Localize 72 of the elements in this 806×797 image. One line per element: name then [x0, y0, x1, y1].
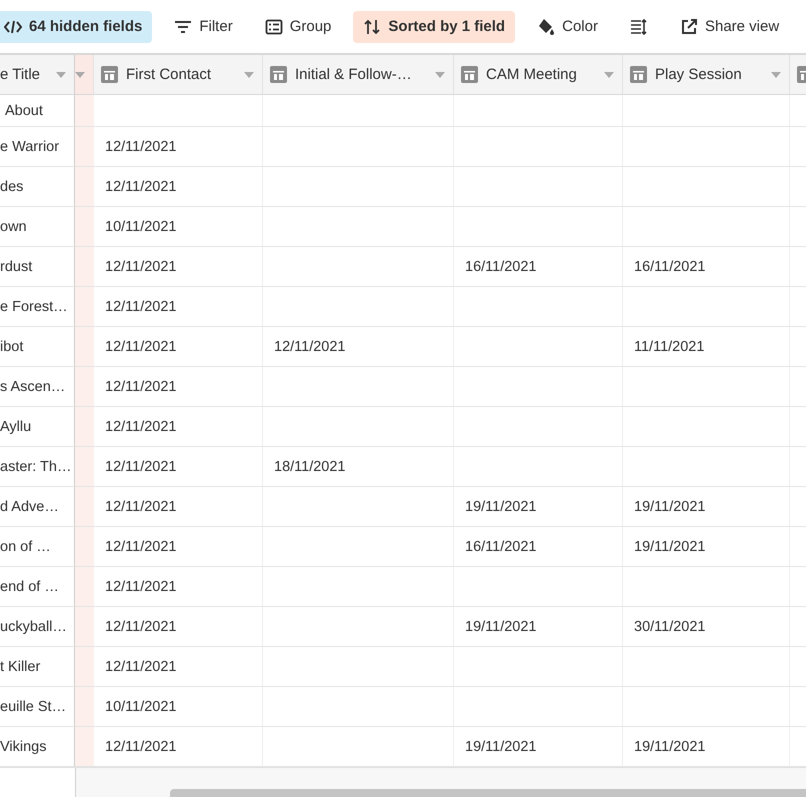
calendar-icon — [461, 66, 478, 83]
table-cell: 12/11/2021 — [263, 327, 454, 367]
caret-icon — [604, 72, 614, 78]
caret-icon — [771, 72, 781, 78]
share-button[interactable]: Share view — [670, 10, 790, 42]
paint-bucket-icon — [537, 18, 556, 36]
table-cell: 12/11/2021 — [94, 487, 263, 527]
filter-button[interactable]: Filter — [164, 10, 243, 42]
title-cell: end of … — [0, 567, 75, 607]
caret-icon — [244, 72, 254, 78]
table-cell: 12/11/2021 — [94, 647, 263, 687]
title-cell: own — [0, 207, 75, 247]
title-cell: e Warrior — [0, 127, 75, 167]
table-cell: 12/11/2021 — [94, 367, 263, 407]
scrollbar-thumb[interactable] — [170, 789, 806, 797]
table-cell: 12/11/2021 — [94, 287, 263, 327]
table-cell: 19/11/2021 — [623, 487, 790, 527]
table-cell: 19/11/2021 — [454, 727, 623, 767]
column-header[interactable]: e Title — [0, 55, 75, 95]
title-cell: euille St… — [0, 687, 75, 727]
caret-icon — [435, 72, 445, 78]
title-cell: aster: Th… — [0, 447, 75, 487]
column-header[interactable]: Play Session — [623, 55, 790, 95]
hidden-button[interactable]: 64 hidden fields — [0, 10, 152, 42]
table-cell: 19/11/2021 — [454, 487, 623, 527]
column-header[interactable]: Initial & Follow-… — [263, 55, 454, 95]
title-cell: d Adve… — [0, 487, 75, 527]
table-cell: 12/11/2021 — [94, 407, 263, 447]
title-cell: Ayllu — [0, 407, 75, 447]
sort-icon — [363, 18, 382, 36]
table-cell: 18/11/2021 — [263, 447, 454, 487]
table-cell: 12/11/2021 — [94, 607, 263, 647]
external-link-icon — [680, 18, 698, 36]
table-cell: 11/11/2021 — [623, 327, 790, 367]
title-cell: s Ascen… — [0, 367, 75, 407]
table-cell: 16/11/2021 — [454, 247, 623, 287]
calendar-icon — [270, 66, 287, 83]
table-cell: 12/11/2021 — [94, 327, 263, 367]
table-cell: 12/11/2021 — [94, 727, 263, 767]
calendar-icon — [630, 66, 647, 83]
title-cell: rdust — [0, 247, 75, 287]
table-cell: 16/11/2021 — [454, 527, 623, 567]
color-button[interactable]: Color — [527, 10, 608, 42]
table-cell: 12/11/2021 — [94, 447, 263, 487]
table-cell: 10/11/2021 — [94, 687, 263, 727]
title-cell: ibot — [0, 327, 75, 367]
table-cell: 12/11/2021 — [94, 127, 263, 167]
column-header[interactable]: First Contact — [94, 55, 263, 95]
table-cell: 19/11/2021 — [623, 527, 790, 567]
sort-button[interactable]: Sorted by 1 field — [353, 10, 516, 42]
table-cell: 12/11/2021 — [94, 567, 263, 607]
table-cell: 19/11/2021 — [454, 607, 623, 647]
list-icon — [264, 18, 283, 36]
column-header[interactable]: CAM Meeting — [454, 55, 623, 95]
group-button[interactable]: Group — [254, 10, 342, 42]
table-cell: 12/11/2021 — [94, 247, 263, 287]
title-cell: Vikings — [0, 727, 75, 767]
title-cell: e Forest… — [0, 287, 75, 327]
row-height-icon — [630, 18, 648, 36]
table-cell: 12/11/2021 — [94, 527, 263, 567]
title-cell: on of … — [0, 527, 75, 567]
calendar-icon — [101, 66, 118, 83]
table-cell: 19/11/2021 — [623, 727, 790, 767]
table-cell: 16/11/2021 — [623, 247, 790, 287]
title-cell: des — [0, 167, 75, 207]
title-cell: About — [0, 95, 75, 127]
title-cell: t Killer — [0, 647, 75, 687]
column-header[interactable] — [75, 55, 94, 95]
table-cell: 30/11/2021 — [623, 607, 790, 647]
table-cell: 10/11/2021 — [94, 207, 263, 247]
title-cell: uckyball… — [0, 607, 75, 647]
table-cell: 12/11/2021 — [94, 167, 263, 207]
